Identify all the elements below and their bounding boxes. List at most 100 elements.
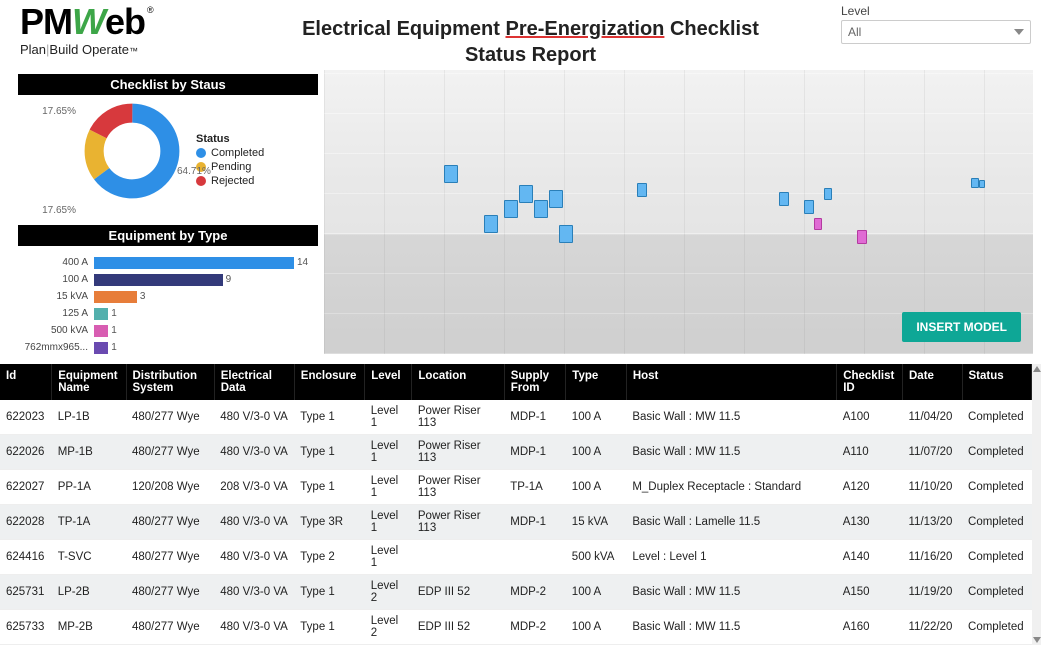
cell-loc: Power Riser 113 xyxy=(412,435,504,470)
legend-title: Status xyxy=(196,133,264,145)
table-row[interactable]: 625733MP-2B480/277 Wye480 V/3-0 VAType 1… xyxy=(0,610,1032,645)
cell-elec: 480 V/3-0 VA xyxy=(214,575,294,610)
insert-model-button[interactable]: INSERT MODEL xyxy=(902,312,1021,342)
cell-level: Level 1 xyxy=(365,435,412,470)
cell-loc: Power Riser 113 xyxy=(412,400,504,435)
cell-host: Basic Wall : MW 11.5 xyxy=(626,400,836,435)
cell-enc: Type 1 xyxy=(294,400,364,435)
column-header[interactable]: Enclosure xyxy=(294,364,364,400)
cell-id: 625731 xyxy=(0,575,52,610)
cell-eq: LP-2B xyxy=(52,575,126,610)
cell-date: 11/04/20 xyxy=(903,400,963,435)
column-header[interactable]: Equipment Name xyxy=(52,364,126,400)
cell-supply: MDP-1 xyxy=(504,505,566,540)
cell-supply: TP-1A xyxy=(504,470,566,505)
cell-chk: A150 xyxy=(837,575,903,610)
cell-date: 11/22/20 xyxy=(903,610,963,645)
cell-eq: MP-1B xyxy=(52,435,126,470)
column-header[interactable]: Level xyxy=(365,364,412,400)
level-filter-value: All xyxy=(848,25,861,39)
column-header[interactable]: Location xyxy=(412,364,504,400)
cell-level: Level 1 xyxy=(365,400,412,435)
table-row[interactable]: 624416T-SVC480/277 Wye480 V/3-0 VAType 2… xyxy=(0,540,1032,575)
cell-level: Level 1 xyxy=(365,470,412,505)
cell-supply: MDP-2 xyxy=(504,575,566,610)
column-header[interactable]: Status xyxy=(962,364,1031,400)
table-row[interactable]: 622023LP-1B480/277 Wye480 V/3-0 VAType 1… xyxy=(0,400,1032,435)
cell-loc: Power Riser 113 xyxy=(412,470,504,505)
table-header: IdEquipment NameDistribution SystemElect… xyxy=(0,364,1032,400)
cell-status: Completed xyxy=(962,610,1031,645)
vertical-scrollbar[interactable] xyxy=(1032,364,1041,645)
donut-chart-title: Checklist by Staus xyxy=(18,74,318,95)
cell-host: Basic Wall : MW 11.5 xyxy=(626,610,836,645)
column-header[interactable]: Host xyxy=(626,364,836,400)
cell-elec: 480 V/3-0 VA xyxy=(214,540,294,575)
cell-level: Level 1 xyxy=(365,540,412,575)
cell-supply: MDP-1 xyxy=(504,435,566,470)
cell-type: 100 A xyxy=(566,610,627,645)
column-header[interactable]: Type xyxy=(566,364,627,400)
cell-loc xyxy=(412,540,504,575)
cell-chk: A110 xyxy=(837,435,903,470)
level-filter-label: Level xyxy=(841,4,1031,18)
level-filter-select[interactable]: All xyxy=(841,20,1031,44)
column-header[interactable]: Checklist ID xyxy=(837,364,903,400)
cell-date: 11/19/20 xyxy=(903,575,963,610)
brand-logo: PMWeb® Plan|Build Operate™ xyxy=(20,4,220,57)
cell-elec: 480 V/3-0 VA xyxy=(214,610,294,645)
table-row[interactable]: 622027PP-1A120/208 Wye208 V/3-0 VAType 1… xyxy=(0,470,1032,505)
donut-label-rejected: 17.65% xyxy=(42,106,76,117)
table-row[interactable]: 622026MP-1B480/277 Wye480 V/3-0 VAType 1… xyxy=(0,435,1032,470)
bar-chart-title: Equipment by Type xyxy=(18,225,318,246)
cell-enc: Type 1 xyxy=(294,435,364,470)
column-header[interactable]: Electrical Data xyxy=(214,364,294,400)
table-row[interactable]: 622028TP-1A480/277 Wye480 V/3-0 VAType 3… xyxy=(0,505,1032,540)
legend-item-completed: Completed xyxy=(196,147,264,159)
bar-label: 500 kVA xyxy=(18,325,90,336)
cell-date: 11/16/20 xyxy=(903,540,963,575)
cell-eq: T-SVC xyxy=(52,540,126,575)
column-header[interactable]: Supply From xyxy=(504,364,566,400)
cell-enc: Type 1 xyxy=(294,470,364,505)
bar-row: 100 A9 xyxy=(18,271,318,288)
column-header[interactable]: Distribution System xyxy=(126,364,214,400)
cell-date: 11/10/20 xyxy=(903,470,963,505)
cell-loc: Power Riser 113 xyxy=(412,505,504,540)
cell-enc: Type 3R xyxy=(294,505,364,540)
cell-chk: A100 xyxy=(837,400,903,435)
cell-id: 624416 xyxy=(0,540,52,575)
cell-type: 500 kVA xyxy=(566,540,627,575)
cell-dist: 480/277 Wye xyxy=(126,400,214,435)
cell-dist: 480/277 Wye xyxy=(126,610,214,645)
cell-eq: LP-1B xyxy=(52,400,126,435)
cell-host: Basic Wall : Lamelle 11.5 xyxy=(626,505,836,540)
bar-value: 1 xyxy=(111,308,117,319)
cell-level: Level 1 xyxy=(365,505,412,540)
bar-row: 400 A14 xyxy=(18,254,318,271)
cell-chk: A160 xyxy=(837,610,903,645)
equipment-bar-chart: 400 A14100 A915 kVA3125 A1500 kVA1762mmx… xyxy=(18,252,318,356)
cell-status: Completed xyxy=(962,470,1031,505)
cell-status: Completed xyxy=(962,400,1031,435)
cell-chk: A140 xyxy=(837,540,903,575)
cell-host: Level : Level 1 xyxy=(626,540,836,575)
cell-enc: Type 2 xyxy=(294,540,364,575)
column-header[interactable]: Date xyxy=(903,364,963,400)
bar-row: 762mmx965...1 xyxy=(18,339,318,356)
bar-row: 15 kVA3 xyxy=(18,288,318,305)
equipment-table: IdEquipment NameDistribution SystemElect… xyxy=(0,364,1032,645)
cell-elec: 480 V/3-0 VA xyxy=(214,505,294,540)
bar-label: 100 A xyxy=(18,274,90,285)
bar-label: 125 A xyxy=(18,308,90,319)
bar-label: 762mmx965... xyxy=(18,342,90,353)
cell-dist: 480/277 Wye xyxy=(126,435,214,470)
cell-type: 100 A xyxy=(566,400,627,435)
cell-dist: 480/277 Wye xyxy=(126,540,214,575)
cell-type: 100 A xyxy=(566,575,627,610)
cell-dist: 480/277 Wye xyxy=(126,575,214,610)
scroll-up-icon xyxy=(1033,366,1041,372)
model-viewport[interactable]: INSERT MODEL xyxy=(324,70,1033,354)
column-header[interactable]: Id xyxy=(0,364,52,400)
table-row[interactable]: 625731LP-2B480/277 Wye480 V/3-0 VAType 1… xyxy=(0,575,1032,610)
